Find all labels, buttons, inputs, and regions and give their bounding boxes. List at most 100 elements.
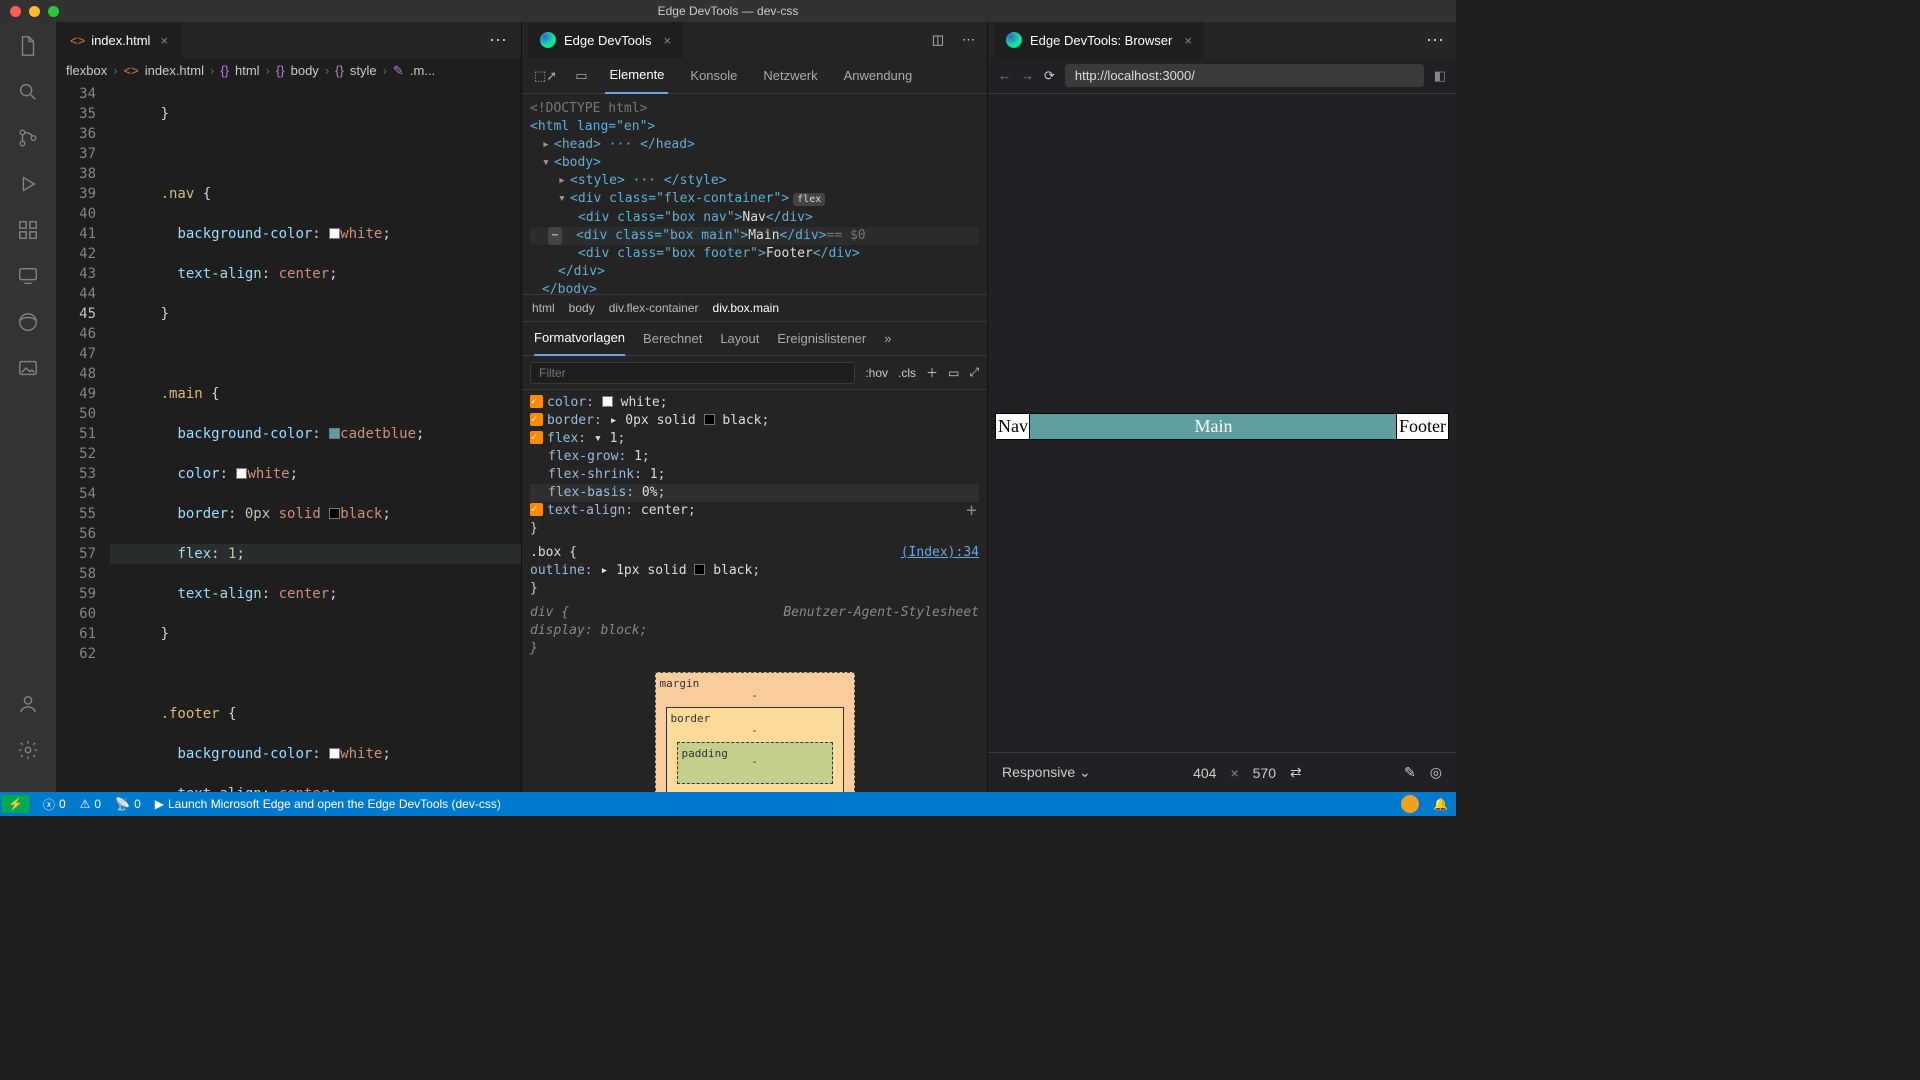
settings-gear-icon[interactable] <box>14 736 42 764</box>
close-window-icon[interactable] <box>10 6 21 17</box>
tab-styles[interactable]: Formatvorlagen <box>534 322 625 356</box>
image-icon[interactable] <box>14 354 42 382</box>
html-file-icon: <> <box>70 33 85 48</box>
crumb-style[interactable]: style <box>350 63 377 78</box>
tab-computed[interactable]: Berechnet <box>643 322 702 356</box>
more-tabs-icon[interactable]: » <box>884 331 891 346</box>
tab-event-listeners[interactable]: Ereignislistener <box>777 322 866 356</box>
rendered-nav: Nav <box>996 414 1030 439</box>
close-tab-icon[interactable]: × <box>663 33 671 48</box>
crumb-box-main[interactable]: div.box.main <box>713 301 779 315</box>
back-icon[interactable]: ← <box>998 68 1011 83</box>
crumb-body[interactable]: body <box>291 63 319 78</box>
editor-more-icon[interactable]: ⋯ <box>481 30 515 51</box>
dom-tree[interactable]: <!DOCTYPE html> <html lang="en"> ▸<head>… <box>522 94 987 294</box>
tab-layout[interactable]: Layout <box>720 322 759 356</box>
devtools-tab-title: Edge DevTools <box>564 33 651 48</box>
close-tab-icon[interactable]: × <box>1184 33 1192 48</box>
checkbox-icon[interactable] <box>530 413 543 426</box>
device-height[interactable]: 570 <box>1253 765 1276 781</box>
source-control-icon[interactable] <box>14 124 42 152</box>
crumb-flex-container[interactable]: div.flex-container <box>609 301 699 315</box>
forward-icon[interactable]: → <box>1021 68 1034 83</box>
ports-count[interactable]: 📡 0 <box>115 797 141 811</box>
cls-button[interactable]: .cls <box>898 366 916 380</box>
device-icon[interactable]: ▭ <box>948 366 959 380</box>
ellipsis-icon[interactable]: ⋯ <box>548 227 562 245</box>
add-property-icon[interactable]: + <box>966 502 977 520</box>
crumb-file[interactable]: index.html <box>145 63 204 78</box>
code-content[interactable]: } .nav { background-color: white; text-a… <box>110 84 521 792</box>
flex-badge[interactable]: flex <box>793 193 825 206</box>
crumb-html[interactable]: html <box>532 301 555 315</box>
tab-index-html[interactable]: <> index.html × <box>56 22 183 58</box>
search-icon[interactable] <box>14 78 42 106</box>
tab-edge-devtools[interactable]: Edge DevTools × <box>528 22 683 58</box>
profile-badge-icon[interactable] <box>1401 795 1419 813</box>
chevron-down-icon: ⌄ <box>1079 764 1091 780</box>
warnings-count[interactable]: ⚠ 0 <box>80 797 101 811</box>
ua-stylesheet-label: Benutzer-Agent-Stylesheet <box>783 604 979 622</box>
crumb-html[interactable]: html <box>235 63 260 78</box>
zoom-window-icon[interactable] <box>48 6 59 17</box>
notifications-icon[interactable]: 🔔 <box>1433 797 1448 811</box>
brace-icon: ✎ <box>393 63 404 79</box>
expand-icon[interactable]: ⤢ <box>969 365 979 380</box>
rendered-page: Nav Main Footer <box>996 414 1448 439</box>
settings-icon[interactable]: ◎ <box>1430 764 1442 781</box>
devtools-panel: Edge DevTools × ◫ ⋯ ⬚➚ ▭ Elemente Konsol… <box>522 22 988 792</box>
tab-application[interactable]: Anwendung <box>840 58 917 94</box>
url-bar[interactable]: http://localhost:3000/ <box>1065 64 1424 87</box>
dock-icon[interactable]: ◧ <box>1434 68 1446 84</box>
edge-tools-icon[interactable] <box>14 308 42 336</box>
source-link[interactable]: (Index):34 <box>901 544 979 562</box>
styles-filter-row: :hov .cls ＋ ▭ ⤢ <box>522 356 987 390</box>
explorer-icon[interactable] <box>14 32 42 60</box>
crumb-selector[interactable]: .m... <box>410 63 435 78</box>
new-style-rule-icon[interactable]: ＋ <box>926 364 938 381</box>
screenshot-icon[interactable]: ✎ <box>1404 764 1416 781</box>
errors-count[interactable]: ⓧ 0 <box>43 796 66 813</box>
tab-elements[interactable]: Elemente <box>605 58 668 94</box>
remote-icon[interactable] <box>14 262 42 290</box>
brace-icon: {} <box>276 63 285 78</box>
rotate-icon[interactable]: ⇄ <box>1290 764 1302 781</box>
launch-hint[interactable]: ▶ Launch Microsoft Edge and open the Edg… <box>155 797 501 811</box>
reload-icon[interactable]: ⟳ <box>1044 68 1055 84</box>
checkbox-icon[interactable] <box>530 395 543 408</box>
tab-console[interactable]: Konsole <box>686 58 741 94</box>
devtools-toolbar: ⬚➚ ▭ Elemente Konsole Netzwerk Anwendung <box>522 58 987 94</box>
checkbox-icon[interactable] <box>530 503 543 516</box>
styles-subtabs: Formatvorlagen Berechnet Layout Ereignis… <box>522 322 987 356</box>
tab-edge-browser[interactable]: Edge DevTools: Browser × <box>994 22 1204 58</box>
hov-button[interactable]: :hov <box>865 366 888 380</box>
extensions-icon[interactable] <box>14 216 42 244</box>
browser-panel: Edge DevTools: Browser × ⋯ ← → ⟳ http://… <box>988 22 1456 792</box>
device-width[interactable]: 404 <box>1193 765 1216 781</box>
code-editor[interactable]: 3435 3637 3839 4041 4243 4445 4647 4849 … <box>56 84 521 792</box>
editor-tabs: <> index.html × ⋯ <box>56 22 521 58</box>
minimize-window-icon[interactable] <box>29 6 40 17</box>
device-toggle-icon[interactable]: ▭ <box>575 68 587 84</box>
split-editor-icon[interactable]: ◫ <box>926 32 950 48</box>
more-icon[interactable]: ⋯ <box>956 32 981 48</box>
remote-indicator[interactable]: ⚡ <box>2 795 29 813</box>
close-tab-icon[interactable]: × <box>160 33 168 48</box>
crumb-folder[interactable]: flexbox <box>66 63 107 78</box>
run-debug-icon[interactable] <box>14 170 42 198</box>
styles-pane[interactable]: color: white; border: ▸ 0px solid black;… <box>522 390 987 792</box>
tab-network[interactable]: Netzwerk <box>759 58 821 94</box>
crumb-body[interactable]: body <box>569 301 595 315</box>
more-icon[interactable]: ⋯ <box>1420 30 1450 51</box>
times-icon: × <box>1230 765 1238 781</box>
filter-input[interactable] <box>530 362 855 384</box>
window-title: Edge DevTools — dev-css <box>658 4 799 18</box>
brace-icon: {} <box>335 63 344 78</box>
accounts-icon[interactable] <box>14 690 42 718</box>
checkbox-icon[interactable] <box>530 431 543 444</box>
edge-icon <box>1006 32 1022 48</box>
device-mode-dropdown[interactable]: Responsive ⌄ <box>1002 764 1091 781</box>
inspect-element-icon[interactable]: ⬚➚ <box>534 68 557 84</box>
line-gutter: 3435 3637 3839 4041 4243 4445 4647 4849 … <box>56 84 110 792</box>
brace-icon: {} <box>220 63 229 78</box>
